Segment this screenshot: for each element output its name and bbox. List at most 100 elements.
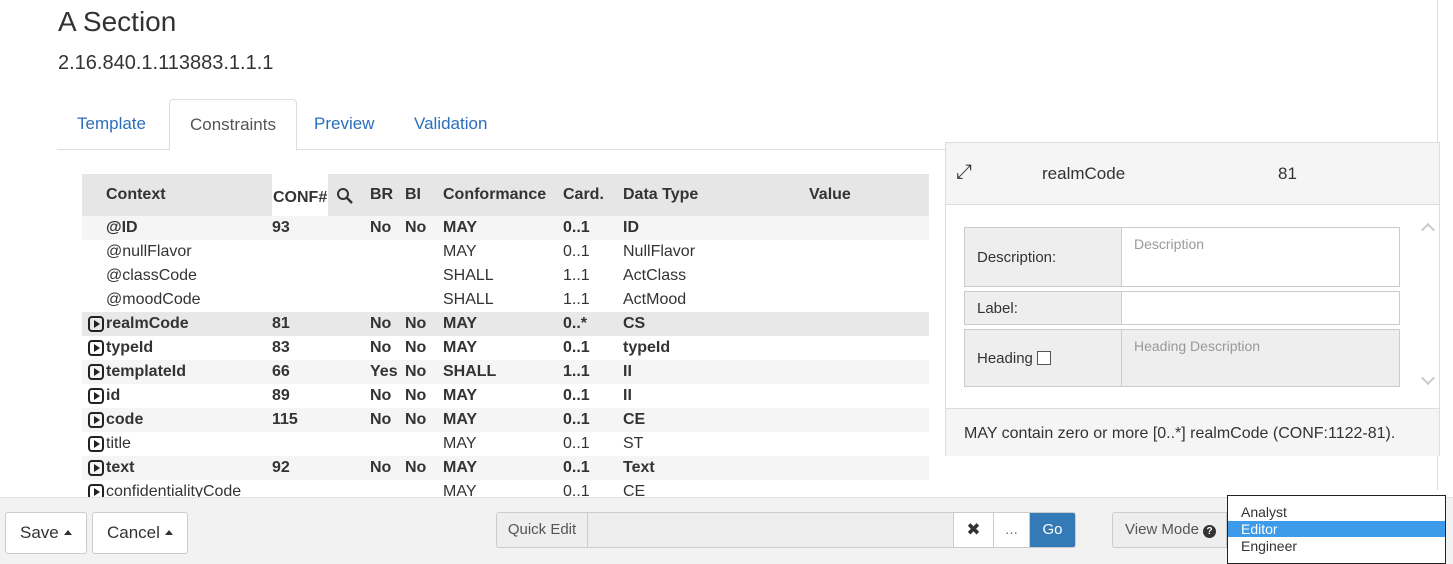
row-value <box>809 312 929 336</box>
row-conformance: MAY <box>443 243 477 260</box>
row-conf <box>272 288 370 312</box>
quick-edit-input[interactable] <box>588 513 954 547</box>
table-row-selected[interactable]: realmCode 81 No No MAY 0..* CS <box>82 312 929 336</box>
row-datatype: CE <box>623 408 809 432</box>
table-row[interactable]: @classCode SHALL 1..1 ActClass <box>82 264 929 288</box>
table-row[interactable]: @nullFlavor MAY 0..1 NullFlavor <box>82 240 929 264</box>
row-conf: 93 <box>272 216 370 240</box>
table-row[interactable]: id 89 No No MAY 0..1 II <box>82 384 929 408</box>
row-conformance: MAY <box>443 408 563 432</box>
expand-icon[interactable]: ⤢ <box>956 161 972 184</box>
row-card: 1..1 <box>563 291 590 308</box>
row-value <box>809 456 929 480</box>
row-conf: 81 <box>272 312 370 336</box>
tab-preview[interactable]: Preview <box>294 99 394 150</box>
search-icon[interactable] <box>336 187 354 205</box>
detail-form: Description: Description Label: Heading … <box>964 227 1400 391</box>
row-card: 0..1 <box>563 387 590 404</box>
expand-play-icon[interactable] <box>88 340 104 356</box>
expand-play-icon[interactable] <box>88 412 104 428</box>
row-context-label: title <box>106 435 131 452</box>
detail-constraint-number: 81 <box>1278 164 1297 183</box>
row-card: 0..1 <box>563 456 623 480</box>
view-mode-label: View Mode ? <box>1112 512 1227 548</box>
row-br <box>370 264 405 288</box>
description-row: Description: Description <box>964 227 1400 287</box>
row-context-label: id <box>106 387 121 404</box>
col-card: Card. <box>563 174 623 216</box>
label-field[interactable] <box>1122 292 1399 324</box>
table-row[interactable]: code 115 No No MAY 0..1 CE <box>82 408 929 432</box>
browse-button[interactable]: ... <box>994 513 1030 547</box>
table-row[interactable]: @moodCode SHALL 1..1 ActMood <box>82 288 929 312</box>
expand-play-icon[interactable] <box>88 436 104 452</box>
row-conformance: MAY <box>443 312 563 336</box>
constraint-summary: MAY contain zero or more [0..*] realmCod… <box>946 408 1439 456</box>
row-context: code <box>82 408 272 432</box>
row-context: @classCode <box>106 267 197 284</box>
row-value <box>809 216 929 240</box>
tab-validation[interactable]: Validation <box>394 99 507 150</box>
caret-up-icon <box>63 530 72 535</box>
heading-checkbox[interactable] <box>1036 351 1051 365</box>
table-row[interactable]: text 92 No No MAY 0..1 Text <box>82 456 929 480</box>
row-value <box>809 360 929 384</box>
scroll-down-icon[interactable] <box>1420 370 1436 386</box>
row-context-label: text <box>106 459 135 476</box>
go-button[interactable]: Go <box>1030 513 1075 547</box>
row-bi <box>405 264 443 288</box>
expand-play-icon[interactable] <box>88 388 104 404</box>
row-bi <box>405 432 443 456</box>
quick-edit-label: Quick Edit <box>497 513 588 547</box>
scroll-up-icon[interactable] <box>1420 222 1436 238</box>
row-context-label: typeId <box>106 339 154 356</box>
expand-play-icon[interactable] <box>88 460 104 476</box>
row-context: @ID <box>82 216 272 240</box>
row-value <box>809 432 929 456</box>
table-row[interactable]: templateId 66 Yes No SHALL 1..1 II <box>82 360 929 384</box>
row-datatype: Text <box>623 456 809 480</box>
row-conf: 89 <box>272 387 290 404</box>
row-conf <box>272 432 370 456</box>
row-conformance: MAY <box>443 456 563 480</box>
view-mode-option-analyst[interactable]: Analyst <box>1228 504 1445 520</box>
tab-constraints[interactable]: Constraints <box>169 99 297 151</box>
row-card: 0..1 <box>563 435 590 452</box>
constraint-detail-panel: ⤢ realmCode 81 Description: Description … <box>945 142 1440 456</box>
view-mode-option-engineer[interactable]: Engineer <box>1228 538 1445 554</box>
row-card: 1..1 <box>563 360 623 384</box>
template-oid: 2.16.840.1.113883.1.1.1 <box>58 52 274 74</box>
row-card: 0..1 <box>563 243 590 260</box>
table-row[interactable]: @ID 93 No No MAY 0..1 ID <box>82 216 929 240</box>
row-conf <box>272 240 370 264</box>
row-bi: No <box>405 339 427 356</box>
expand-play-icon[interactable] <box>88 364 104 380</box>
view-mode-dropdown[interactable]: Analyst Editor Engineer <box>1227 495 1446 564</box>
cancel-button[interactable]: Cancel <box>92 512 188 554</box>
expand-play-icon[interactable] <box>88 316 104 332</box>
row-context: @moodCode <box>106 291 201 308</box>
quick-edit-group: Quick Edit ✖ ... Go <box>496 512 1076 548</box>
tab-template[interactable]: Template <box>57 99 166 150</box>
row-context: realmCode <box>82 312 272 336</box>
row-value <box>809 240 929 264</box>
save-button[interactable]: Save <box>5 512 87 554</box>
row-conf: 83 <box>272 339 290 356</box>
detail-panel-header: ⤢ realmCode 81 <box>946 143 1439 205</box>
description-field[interactable]: Description <box>1122 228 1399 286</box>
save-button-label: Save <box>20 523 59 542</box>
row-br: No <box>370 408 405 432</box>
row-conf: 66 <box>272 360 370 384</box>
clear-icon[interactable]: ✖ <box>954 513 994 547</box>
row-context-label: realmCode <box>106 315 189 332</box>
heading-description-field[interactable]: Heading Description <box>1122 330 1399 386</box>
table-row[interactable]: title MAY 0..1 ST <box>82 432 929 456</box>
view-mode-option-editor[interactable]: Editor <box>1228 521 1445 537</box>
help-icon[interactable]: ? <box>1203 525 1217 538</box>
table-row[interactable]: typeId 83 No No MAY 0..1 typeId <box>82 336 929 360</box>
row-conformance: SHALL <box>443 267 494 284</box>
heading-label-cell: Heading <box>965 330 1122 386</box>
row-card: 0..1 <box>563 216 623 240</box>
row-br <box>370 288 405 312</box>
row-context: title <box>82 432 272 456</box>
